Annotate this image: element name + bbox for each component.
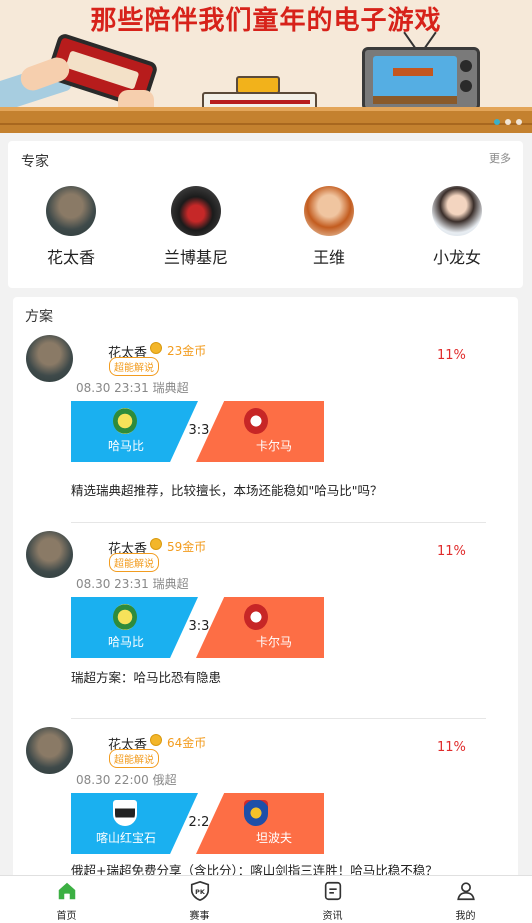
coin-icon	[150, 342, 162, 354]
team-logo-icon	[113, 408, 137, 434]
tab-label: 赛事	[189, 911, 210, 922]
tab-news[interactable]: 资讯	[266, 876, 399, 923]
bottom-tab-bar: 首页 PK 赛事 资讯 我的	[0, 875, 532, 923]
carousel-dot[interactable]	[516, 119, 522, 125]
expert-item[interactable]: 小龙女	[412, 186, 502, 268]
tab-profile[interactable]: 我的	[399, 876, 532, 923]
coin-icon	[150, 734, 162, 746]
home-icon	[58, 882, 75, 900]
expert-name: 王维	[312, 248, 345, 267]
home-team-name: 哈马比	[107, 635, 144, 649]
home-team: 哈马比	[71, 401, 198, 462]
avatar	[304, 186, 354, 236]
experts-title: 专家	[21, 154, 49, 170]
plan-item[interactable]: 花太香 23金币 超能解说 11% 08.30 23:31 瑞典超 哈马比 卡尔…	[13, 335, 518, 531]
expert-name: 兰博基尼	[163, 248, 228, 267]
experts-section: 专家 更多 花太香 兰博基尼 王维 小龙女	[8, 141, 523, 288]
expert-item[interactable]: 王维	[284, 186, 374, 268]
match-score: 2:2	[188, 815, 210, 830]
plan-description: 瑞超方案：哈马比恐有隐患	[71, 670, 222, 685]
avatar	[46, 186, 96, 236]
away-team: 卡尔马	[196, 401, 324, 462]
hit-rate: 11%	[437, 348, 466, 363]
away-team-name: 坦波夫	[255, 831, 292, 845]
banner-title: 那些陪伴我们童年的电子游戏	[90, 6, 442, 36]
home-team-name: 喀山红宝石	[95, 831, 156, 845]
match-card[interactable]: 哈马比 卡尔马 3:3	[71, 401, 324, 462]
expert-item[interactable]: 花太香	[26, 186, 116, 268]
home-team-name: 哈马比	[107, 439, 144, 453]
plan-description: 精选瑞典超推荐，比较擅长，本场还能稳如"哈马比"吗？	[71, 483, 383, 498]
hit-rate: 11%	[437, 544, 466, 559]
plans-title: 方案	[25, 309, 53, 325]
avatar	[432, 186, 482, 236]
away-team-name: 卡尔马	[255, 439, 292, 453]
plan-meta: 08.30 23:31 瑞典超	[76, 577, 189, 591]
expert-name: 花太香	[46, 248, 95, 267]
carousel-indicator	[494, 119, 522, 125]
match-score: 3:3	[188, 423, 210, 438]
user-icon	[456, 882, 475, 901]
match-card[interactable]: 哈马比 卡尔马 3:3	[71, 597, 324, 658]
banner-carousel[interactable]: 那些陪伴我们童年的电子游戏	[0, 0, 532, 133]
home-team: 喀山红宝石	[71, 793, 198, 854]
away-team-name: 卡尔马	[255, 635, 292, 649]
tv-illustration	[362, 47, 480, 111]
coin-icon	[150, 538, 162, 550]
expert-name: 小龙女	[432, 248, 481, 267]
plan-tag: 超能解说	[109, 357, 159, 376]
match-card[interactable]: 喀山红宝石 坦波夫 2:2	[71, 793, 324, 854]
carousel-dot[interactable]	[505, 119, 511, 125]
plan-price: 23金币	[167, 344, 207, 358]
team-logo-icon	[113, 800, 137, 826]
avatar[interactable]	[26, 335, 73, 382]
news-icon	[324, 881, 341, 901]
avatar	[171, 186, 221, 236]
expert-item[interactable]: 兰博基尼	[151, 186, 241, 268]
avatar[interactable]	[26, 531, 73, 578]
team-logo-icon	[244, 800, 268, 826]
tab-home[interactable]: 首页	[0, 876, 133, 923]
match-score: 3:3	[188, 619, 210, 634]
plan-price: 59金币	[167, 540, 207, 554]
away-team: 卡尔马	[196, 597, 324, 658]
away-team: 坦波夫	[196, 793, 324, 854]
more-link[interactable]: 更多	[489, 150, 511, 166]
team-logo-icon	[244, 604, 268, 630]
tab-label: 我的	[455, 911, 476, 922]
carousel-dot[interactable]	[494, 119, 500, 125]
avatar[interactable]	[26, 727, 73, 774]
plan-meta: 08.30 22:00 俄超	[76, 773, 177, 787]
tab-matches[interactable]: PK 赛事	[133, 876, 266, 923]
plans-section: 方案 花太香 23金币 超能解说 11% 08.30 23:31 瑞典超 哈马比…	[13, 297, 518, 897]
plan-tag: 超能解说	[109, 553, 159, 572]
shield-icon: PK	[190, 880, 209, 902]
plan-tag: 超能解说	[109, 749, 159, 768]
plan-meta: 08.30 23:31 瑞典超	[76, 381, 189, 395]
team-logo-icon	[113, 604, 137, 630]
tab-label: 首页	[56, 911, 77, 922]
hit-rate: 11%	[437, 740, 466, 755]
svg-text:PK: PK	[195, 888, 206, 896]
team-logo-icon	[244, 408, 268, 434]
tab-label: 资讯	[322, 911, 343, 922]
divider	[71, 718, 486, 719]
home-team: 哈马比	[71, 597, 198, 658]
plan-price: 64金币	[167, 736, 207, 750]
plan-item[interactable]: 花太香 59金币 超能解说 11% 08.30 23:31 瑞典超 哈马比 卡尔…	[13, 531, 518, 727]
divider	[71, 522, 486, 523]
